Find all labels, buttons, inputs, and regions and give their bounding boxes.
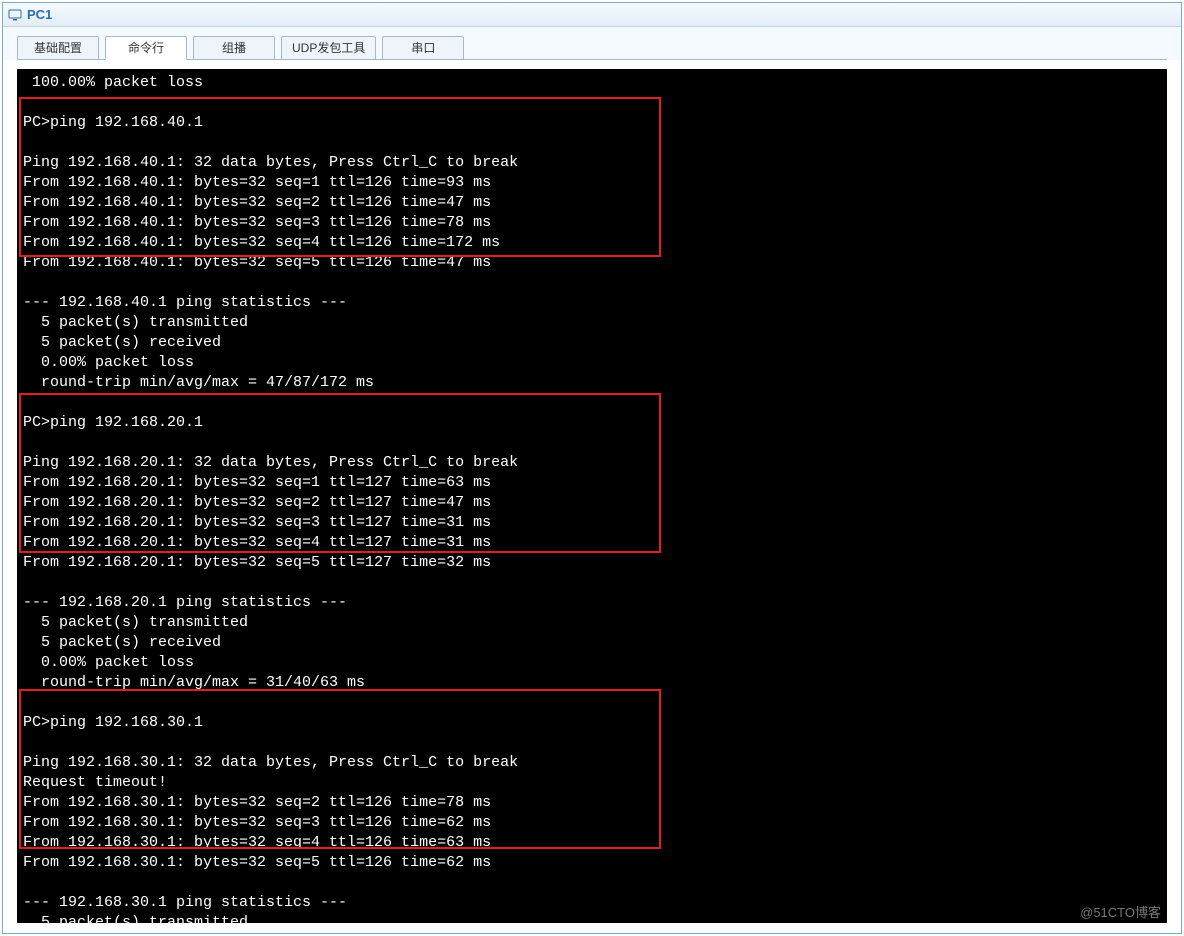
tabstrip-divider	[17, 59, 1167, 60]
tab-serial[interactable]: 串口	[382, 36, 464, 60]
tab-udp-tool[interactable]: UDP发包工具	[281, 36, 376, 60]
tab-label: 基础配置	[34, 39, 82, 56]
tab-basic-config[interactable]: 基础配置	[17, 36, 99, 60]
window-title: PC1	[27, 7, 52, 22]
tabstrip: 基础配置 命令行 组播 UDP发包工具 串口	[3, 27, 1181, 60]
watermark: @51CTO博客	[1080, 903, 1161, 923]
tab-label: UDP发包工具	[292, 39, 365, 56]
terminal-output: 100.00% packet loss PC>ping 192.168.40.1…	[23, 73, 1161, 923]
tab-label: 组播	[222, 39, 246, 56]
app-window: PC1 基础配置 命令行 组播 UDP发包工具 串口 100.00% packe…	[2, 2, 1182, 934]
pc-icon	[7, 7, 23, 23]
tab-label: 命令行	[128, 39, 164, 56]
titlebar: PC1	[3, 3, 1181, 27]
tab-command-line[interactable]: 命令行	[105, 36, 187, 60]
tab-multicast[interactable]: 组播	[193, 36, 275, 60]
tab-label: 串口	[411, 39, 435, 56]
terminal[interactable]: 100.00% packet loss PC>ping 192.168.40.1…	[17, 69, 1167, 923]
